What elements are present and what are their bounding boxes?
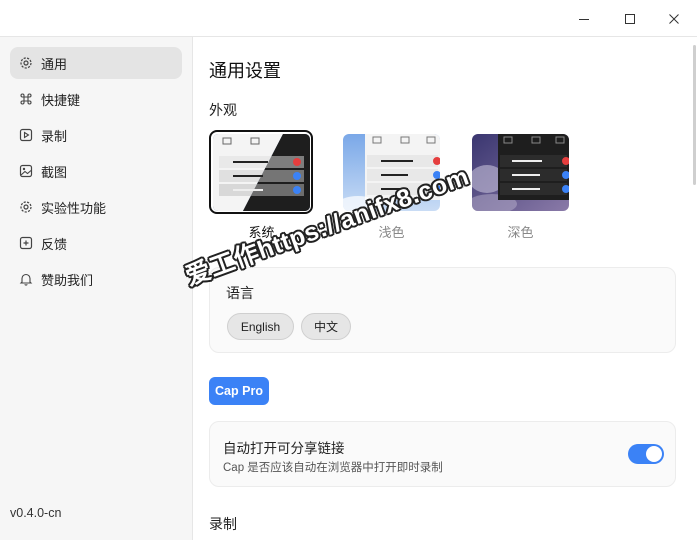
sidebar: 通用 快捷键 录制 截图 实验性功能 反馈 赞助我们 v0.4.0-cn: [0, 37, 193, 540]
auto-share-panel: 自动打开可分享链接 Cap 是否应该自动在浏览器中打开即时录制: [209, 421, 676, 487]
auto-share-toggle[interactable]: [628, 444, 664, 464]
auto-share-description: Cap 是否应该自动在浏览器中打开即时录制: [223, 462, 443, 474]
cap-pro-badge[interactable]: Cap Pro: [209, 377, 269, 405]
sidebar-item-label: 赞助我们: [41, 272, 94, 288]
recording-section-label: 录制: [209, 516, 237, 532]
sidebar-item-label: 实验性功能: [41, 200, 107, 216]
feedback-icon: [19, 236, 33, 250]
page-title: 通用设置: [209, 61, 281, 81]
gear-icon: [19, 56, 33, 70]
sidebar-item-screenshot[interactable]: 截图: [10, 155, 182, 187]
theme-card-dark[interactable]: [472, 134, 569, 211]
flask-icon: [19, 200, 33, 214]
auto-share-title: 自动打开可分享链接: [223, 441, 345, 456]
sidebar-item-label: 通用: [41, 56, 68, 72]
theme-label-dark: 深色: [507, 225, 534, 240]
main-content: 通用设置 外观 系统 浅色 深色 语言 English 中文 Cap Pro 自…: [193, 37, 697, 540]
maximize-button[interactable]: [607, 0, 653, 37]
bell-icon: [19, 272, 33, 286]
sidebar-item-recording[interactable]: 录制: [10, 119, 182, 151]
sidebar-item-general[interactable]: 通用: [10, 47, 182, 79]
theme-card-system[interactable]: [213, 134, 310, 211]
version-label: v0.4.0-cn: [10, 506, 62, 520]
appearance-label: 外观: [209, 102, 237, 118]
minimize-icon: [579, 18, 589, 20]
language-option-english[interactable]: English: [227, 313, 294, 340]
record-icon: [19, 128, 33, 142]
sidebar-item-sponsor[interactable]: 赞助我们: [10, 263, 182, 295]
maximize-icon: [625, 13, 635, 24]
sidebar-item-shortcuts[interactable]: 快捷键: [10, 83, 182, 115]
sidebar-item-feedback[interactable]: 反馈: [10, 227, 182, 259]
sidebar-item-label: 录制: [41, 128, 68, 144]
command-icon: [19, 92, 33, 106]
minimize-button[interactable]: [561, 0, 607, 37]
title-bar: [0, 0, 697, 37]
sidebar-item-label: 反馈: [41, 236, 68, 252]
toggle-knob: [646, 446, 662, 462]
language-option-chinese[interactable]: 中文: [301, 313, 351, 340]
sidebar-item-label: 快捷键: [41, 92, 81, 108]
close-icon: [669, 13, 679, 24]
sidebar-item-experimental[interactable]: 实验性功能: [10, 191, 182, 223]
language-label: 语言: [226, 285, 254, 301]
close-button[interactable]: [651, 0, 697, 37]
sidebar-item-label: 截图: [41, 164, 68, 180]
image-icon: [19, 164, 33, 178]
scrollbar[interactable]: [693, 45, 696, 185]
language-panel: 语言 English 中文: [209, 267, 676, 353]
